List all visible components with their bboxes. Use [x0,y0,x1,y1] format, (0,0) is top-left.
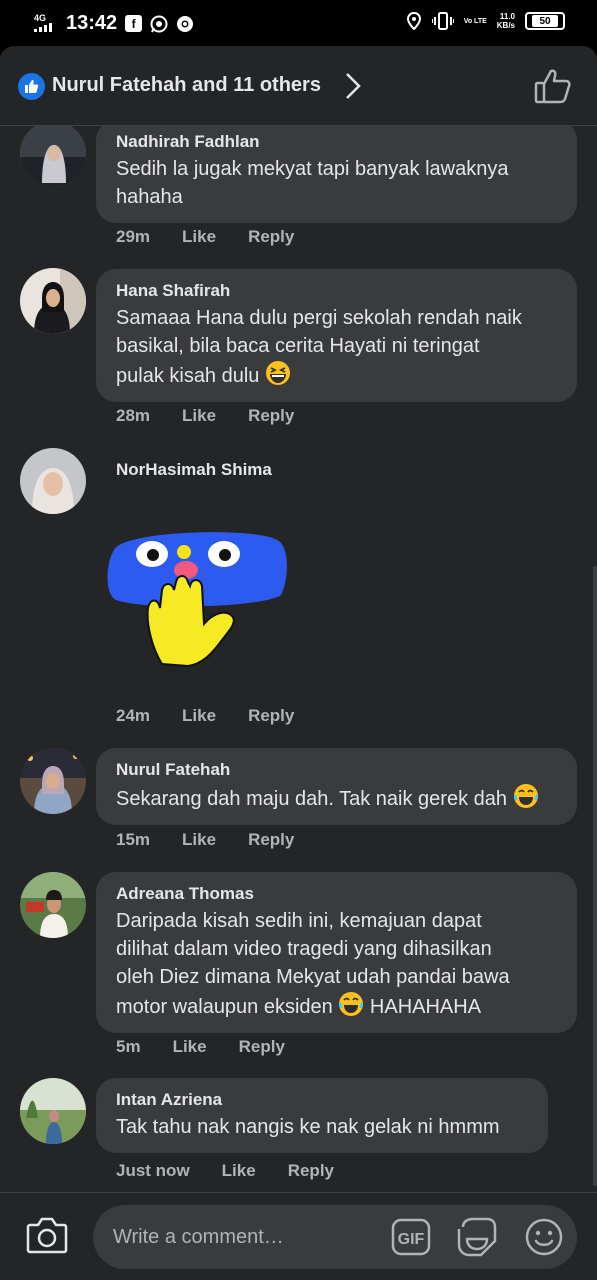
comments-panel: Nurul Fatehah and 11 others Nadhirah Fad… [0,46,597,1280]
comment-author[interactable]: Nurul Fatehah [116,759,557,781]
volte-indicator: Vo LTE [463,17,487,25]
scrollbar[interactable] [593,566,597,1186]
location-icon [406,12,421,30]
battery-icon: 50 [525,12,565,30]
reply-link[interactable]: Reply [248,406,294,426]
reactions-summary[interactable]: Nurul Fatehah and 11 others [52,74,321,97]
smiley-icon[interactable] [525,1218,563,1256]
reply-link[interactable]: Reply [248,227,294,247]
clock: 13:42 [66,12,118,34]
comment-author[interactable]: NorHasimah Shima [116,460,272,480]
comment-author[interactable]: Intan Azriena [116,1089,528,1111]
comment-bubble[interactable]: Intan Azriena Tak tahu nak nangis ke nak… [96,1078,548,1153]
comment-actions: 5m Like Reply [116,1037,285,1057]
comment-actions: 24m Like Reply [116,706,294,726]
avatar[interactable] [20,872,86,938]
comment-text: Daripada kisah sedih ini, kemajuan dapat… [116,910,510,1018]
comment-actions: 15m Like Reply [116,830,294,850]
reply-link[interactable]: Reply [288,1161,334,1181]
comment-time: 24m [116,706,151,725]
comment-bubble[interactable]: Adreana Thomas Daripada kisah sedih ini,… [96,872,577,1033]
comment-time: 15m [116,830,151,849]
comment-bubble[interactable]: Nadhirah Fadhlan Sedih la jugak mekyat t… [96,120,577,223]
grinning-squinting-emoji [266,361,290,385]
avatar[interactable] [20,1078,86,1144]
thumbs-up-icon[interactable] [534,68,572,104]
chevron-right-icon[interactable] [344,72,362,100]
like-link[interactable]: Like [222,1161,256,1181]
comment-actions: Just now Like Reply [116,1161,334,1181]
vibrate-icon [431,12,454,30]
comment-input-container[interactable]: GIF [93,1205,577,1269]
like-icon [18,73,45,100]
reply-link[interactable]: Reply [248,830,294,850]
chrome-icon [177,15,194,32]
tears-of-joy-emoji [339,992,364,1016]
like-link[interactable]: Like [182,227,216,247]
reactions-header[interactable]: Nurul Fatehah and 11 others [0,46,597,126]
comment-text: Samaaa Hana dulu pergi sekolah rendah na… [116,307,522,387]
avatar[interactable] [20,121,86,187]
comment-text: Sedih la jugak mekyat tapi banyak lawakn… [116,158,509,208]
network-speed: 11.0 KB/s [496,12,515,30]
like-link[interactable]: Like [182,830,216,850]
comment-composer: GIF [0,1192,597,1280]
reply-link[interactable]: Reply [239,1037,285,1057]
comment-text: Tak tahu nak nangis ke nak gelak ni hmmm [116,1116,500,1138]
comment-time: 5m [116,1037,141,1056]
sticker-icon[interactable] [457,1217,497,1257]
comment-author[interactable]: Adreana Thomas [116,883,557,905]
comment-time: Just now [116,1161,190,1180]
like-link[interactable]: Like [173,1037,207,1057]
comment-author[interactable]: Hana Shafirah [116,280,557,302]
comment-text: Sekarang dah maju dah. Tak naik gerek da… [116,783,557,813]
like-link[interactable]: Like [182,706,216,726]
comment-actions: 28m Like Reply [116,406,294,426]
peeking-hand-sticker[interactable] [104,528,288,668]
comment-bubble[interactable]: Hana Shafirah Samaaa Hana dulu pergi sek… [96,269,577,402]
whatsapp-icon [150,15,168,32]
camera-icon[interactable] [26,1215,68,1255]
comment-bubble[interactable]: Nurul Fatehah Sekarang dah maju dah. Tak… [96,748,577,825]
network-type: 4G [34,12,47,23]
gif-icon[interactable]: GIF [391,1218,431,1256]
network-indicator: 4G [34,12,58,34]
signal-icon [34,22,52,32]
status-bar: 4G 13:42 f Vo LTE 11.0 KB/s 50 [0,0,597,46]
comment-time: 28m [116,406,151,425]
avatar[interactable] [20,748,86,814]
avatar[interactable] [20,268,86,334]
like-link[interactable]: Like [182,406,216,426]
battery-level: 50 [532,15,558,27]
comment-input[interactable] [113,1221,383,1253]
comment-author[interactable]: Nadhirah Fadhlan [116,131,557,153]
reply-link[interactable]: Reply [248,706,294,726]
tears-of-joy-emoji [513,784,538,808]
comment-actions: 29m Like Reply [116,227,294,247]
avatar[interactable] [20,448,86,514]
gif-label: GIF [398,1231,425,1248]
comment-time: 29m [116,227,151,246]
facebook-icon: f [125,15,143,32]
